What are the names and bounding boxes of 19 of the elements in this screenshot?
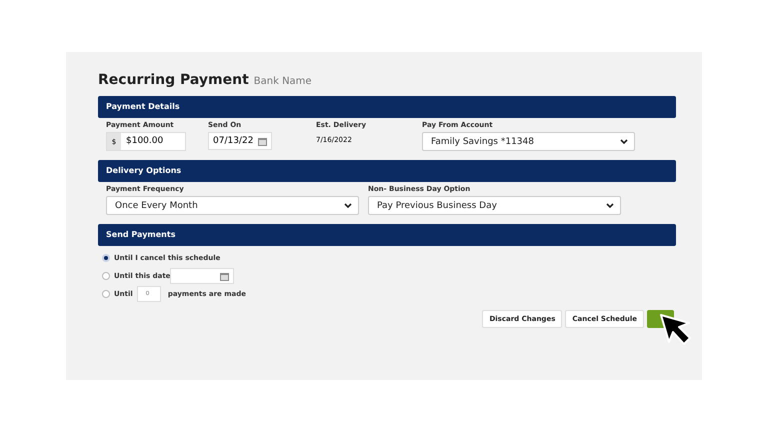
account-dropdown[interactable]: Family Savings *11348: [422, 132, 635, 151]
section-header: Payment Details: [98, 96, 676, 118]
radio-button[interactable]: [102, 290, 110, 298]
calendar-icon: [258, 136, 267, 146]
chevron-icon: [344, 202, 352, 208]
radio-button[interactable]: [102, 272, 110, 280]
pointer-cursor-icon: [658, 312, 694, 348]
bank-name: Bank Name: [254, 76, 312, 87]
date-field[interactable]: 07/13/22: [208, 132, 272, 150]
radio-button[interactable]: [102, 254, 110, 262]
business-day-dropdown[interactable]: Pay Previous Business Day: [368, 196, 621, 215]
section-header: Send Payments: [98, 224, 676, 246]
page-title: Recurring Payment: [98, 72, 249, 88]
chevron-icon: [606, 202, 614, 208]
date-field[interactable]: [170, 268, 234, 284]
calendar-icon: [220, 272, 230, 280]
section-header: Delivery Options: [98, 160, 676, 182]
frequency-dropdown[interactable]: Once Every Month: [106, 196, 359, 215]
chevron-icon: [620, 138, 628, 144]
